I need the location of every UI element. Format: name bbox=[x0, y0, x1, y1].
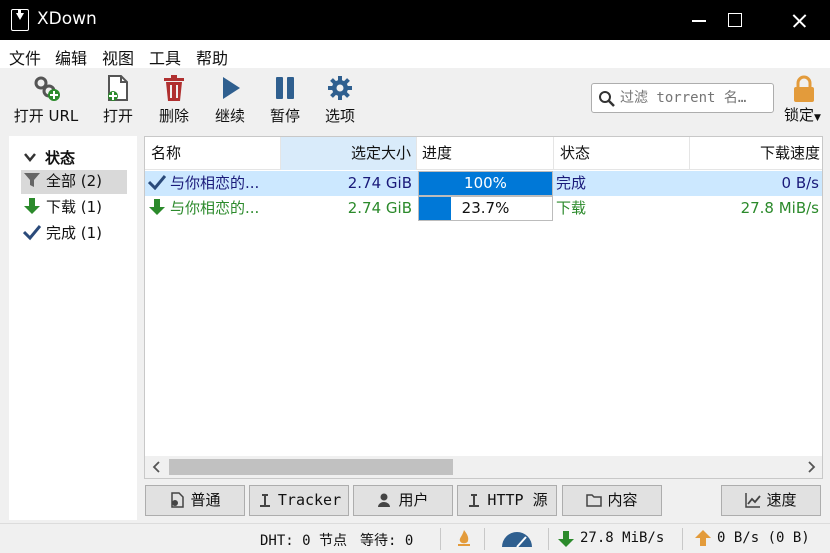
sidebar-item-downloading[interactable]: 下载 (1) bbox=[21, 196, 102, 220]
checkmark-icon bbox=[148, 175, 167, 191]
progress-bar: 100% bbox=[418, 171, 553, 196]
link-icon bbox=[34, 76, 60, 101]
torrent-status: 完成 bbox=[556, 174, 587, 192]
open-url-button[interactable]: 打开 URL bbox=[10, 74, 82, 128]
dropdown-arrow-icon: ▼ bbox=[814, 113, 821, 123]
lock-label: 锁定▼ bbox=[784, 106, 821, 124]
folder-icon bbox=[586, 494, 603, 507]
download-speed-icon bbox=[558, 531, 574, 547]
play-icon bbox=[223, 77, 240, 99]
waiting-count: 等待: 0 bbox=[360, 533, 414, 549]
filter-input[interactable] bbox=[620, 88, 770, 108]
resume-button[interactable]: 继续 bbox=[210, 74, 250, 128]
progress-text: 23.7% bbox=[461, 199, 510, 217]
tab-content[interactable]: 内容 bbox=[562, 485, 662, 516]
open-label: 打开 bbox=[102, 107, 133, 125]
horizontal-scrollbar[interactable] bbox=[145, 456, 822, 478]
http-source-icon bbox=[469, 494, 480, 507]
progress-text: 100% bbox=[464, 174, 507, 192]
torrent-list: 名称 选定大小 进度 状态 下载速度 与你相恋的... 2.74 GiB 100… bbox=[144, 136, 823, 479]
lock-icon bbox=[794, 75, 814, 102]
delete-label: 删除 bbox=[158, 107, 189, 125]
pause-icon bbox=[276, 77, 294, 99]
pause-button[interactable]: 暂停 bbox=[265, 74, 305, 128]
title-bar: XDown bbox=[0, 0, 830, 40]
menu-help[interactable]: 帮助 bbox=[196, 45, 228, 69]
speed-chart-icon bbox=[745, 493, 762, 508]
status-sidebar: 状态 全部 (2) 下载 (1) 完成 (1) bbox=[9, 136, 137, 520]
torrent-name: 与你相恋的... bbox=[170, 199, 260, 217]
tab-general[interactable]: 普通 bbox=[145, 485, 245, 516]
download-arrow-icon bbox=[24, 198, 40, 214]
menu-file[interactable]: 文件 bbox=[9, 45, 41, 69]
torrent-download-speed: 0 B/s bbox=[781, 174, 819, 192]
tracker-icon bbox=[259, 494, 270, 507]
column-status[interactable]: 状态 bbox=[554, 137, 690, 170]
column-name[interactable]: 名称 bbox=[145, 137, 281, 170]
scroll-left-icon[interactable] bbox=[151, 461, 163, 473]
status-bar: DHT: 0 节点 等待: 0 27.8 MiB/s 0 B/s (0 B) bbox=[0, 523, 830, 553]
window-title: XDown bbox=[37, 9, 97, 29]
sidebar-item-all[interactable]: 全部 (2) bbox=[21, 170, 127, 194]
torrent-size: 2.74 GiB bbox=[347, 174, 412, 192]
torrent-size: 2.74 GiB bbox=[347, 199, 412, 217]
delete-button[interactable]: 删除 bbox=[154, 74, 194, 128]
sidebar-header[interactable]: 状态 bbox=[23, 147, 75, 171]
scroll-right-icon[interactable] bbox=[805, 461, 817, 473]
upload-rate: 0 B/s (0 B) bbox=[717, 530, 810, 546]
filter-box[interactable] bbox=[591, 83, 774, 113]
chevron-down-icon bbox=[24, 153, 36, 162]
tab-tracker[interactable]: Tracker bbox=[249, 485, 349, 516]
app-icon bbox=[11, 9, 29, 31]
maximize-button[interactable] bbox=[706, 0, 764, 40]
open-button[interactable]: 打开 bbox=[98, 74, 138, 128]
pause-label: 暂停 bbox=[269, 107, 300, 125]
progress-bar: 23.7% bbox=[418, 196, 553, 221]
dht-nodes: DHT: 0 节点 bbox=[260, 533, 348, 549]
torrent-status: 下载 bbox=[556, 199, 587, 217]
tab-speed[interactable]: 速度 bbox=[721, 485, 821, 516]
speed-limit-gauge-icon[interactable] bbox=[500, 530, 534, 548]
search-icon bbox=[599, 91, 615, 107]
open-url-label: 打开 URL bbox=[13, 107, 79, 125]
filter-icon bbox=[24, 173, 40, 187]
menu-bar: 文件 编辑 视图 工具 帮助 bbox=[0, 40, 830, 68]
options-label: 选项 bbox=[324, 107, 355, 125]
scrollbar-thumb[interactable] bbox=[169, 459, 453, 475]
column-size[interactable]: 选定大小 bbox=[281, 137, 417, 170]
open-file-icon bbox=[108, 75, 128, 101]
tab-peers[interactable]: 用户 bbox=[353, 485, 453, 516]
resume-label: 继续 bbox=[214, 107, 245, 125]
column-download-speed[interactable]: 下载速度 bbox=[690, 137, 822, 170]
column-progress[interactable]: 进度 bbox=[417, 137, 554, 170]
sidebar-item-completed[interactable]: 完成 (1) bbox=[21, 222, 102, 246]
toolbar: 打开 URL 打开 删除 继续 暂停 选项 过滤 torrent 名… 锁定▼ bbox=[0, 68, 830, 130]
gear-icon bbox=[328, 76, 352, 100]
upload-speed-icon bbox=[695, 530, 711, 546]
lock-button[interactable]: 锁定▼ bbox=[782, 74, 826, 128]
checkmark-icon bbox=[22, 225, 42, 241]
table-row[interactable]: 与你相恋的... 2.74 GiB 23.7% 下载 27.8 MiB/s bbox=[145, 196, 822, 221]
menu-view[interactable]: 视图 bbox=[102, 45, 134, 69]
column-header: 名称 选定大小 进度 状态 下载速度 bbox=[145, 137, 822, 170]
torrent-download-speed: 27.8 MiB/s bbox=[740, 199, 819, 217]
tab-http-sources[interactable]: HTTP 源 bbox=[457, 485, 557, 516]
flame-icon[interactable] bbox=[456, 529, 472, 547]
options-button[interactable]: 选项 bbox=[320, 74, 360, 128]
user-icon bbox=[378, 493, 391, 507]
menu-tools[interactable]: 工具 bbox=[149, 45, 181, 69]
close-button[interactable] bbox=[770, 0, 828, 40]
table-row[interactable]: 与你相恋的... 2.74 GiB 100% 完成 0 B/s bbox=[145, 171, 822, 196]
general-file-icon bbox=[171, 492, 185, 508]
download-rate: 27.8 MiB/s bbox=[580, 530, 665, 546]
download-arrow-icon bbox=[149, 199, 165, 215]
torrent-name: 与你相恋的... bbox=[170, 174, 260, 192]
menu-edit[interactable]: 编辑 bbox=[55, 45, 87, 69]
trash-icon bbox=[164, 75, 184, 101]
